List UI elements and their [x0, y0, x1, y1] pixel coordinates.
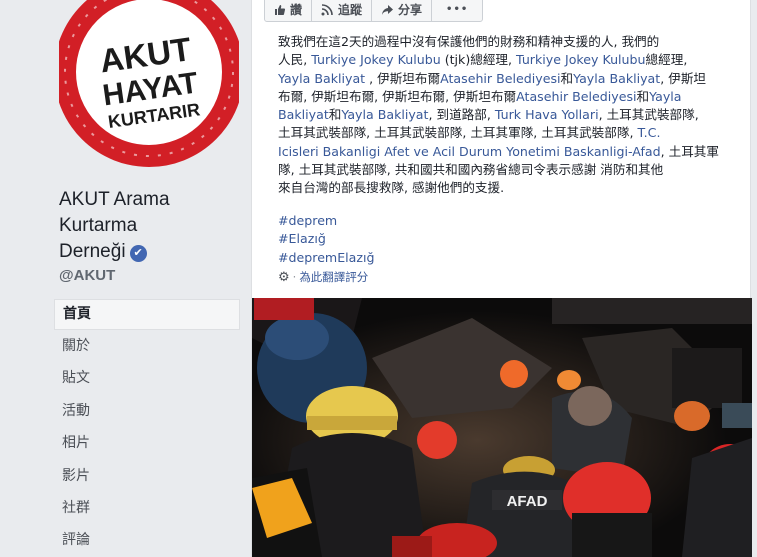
- page-name[interactable]: AKUT Arama Kurtarma Derneği ✔: [59, 187, 239, 265]
- hashtag-deprem-elazig[interactable]: #depremElazığ: [278, 249, 374, 267]
- post-line: Icisleri Bakanligi Afet ve Acil Durum Yo…: [278, 143, 719, 159]
- nav-item-videos[interactable]: 影片: [54, 460, 240, 492]
- separator-dot: ·: [292, 270, 297, 284]
- link-tjk[interactable]: Turkiye Jokey Kulubu: [311, 52, 440, 67]
- like-label: 讚: [290, 3, 303, 17]
- gear-icon: ⚙: [278, 269, 290, 285]
- hashtag-elazig[interactable]: #Elazığ: [278, 230, 374, 248]
- link-yayla[interactable]: Yayla: [649, 89, 681, 104]
- more-options-button[interactable]: •••: [431, 0, 484, 22]
- page-name-line-3: Derneği: [59, 241, 126, 262]
- post-line: Bakliyat和Yayla Bakliyat, 到道路部, Turk Hava…: [278, 107, 699, 123]
- post-line: 土耳其武裝部隊, 土耳其武裝部隊, 土耳其軍隊, 土耳其武裝部隊, T.C.: [278, 125, 661, 141]
- nav-item-events[interactable]: 活動: [54, 395, 240, 427]
- nav-item-photos[interactable]: 相片: [54, 427, 240, 459]
- rate-translation-label: 為此翻譯評分: [299, 270, 369, 284]
- link-tjk-2[interactable]: Turkiye Jokey Kulubu: [516, 52, 645, 67]
- page-name-line-2: Kurtarma: [59, 215, 138, 236]
- nav-item-posts[interactable]: 貼文: [54, 362, 240, 394]
- like-button[interactable]: 讚: [264, 0, 313, 22]
- page-handle[interactable]: @AKUT: [59, 267, 115, 284]
- post-line: 布爾, 伊斯坦布爾, 伊斯坦布爾, 伊斯坦布爾Atasehir Belediye…: [278, 88, 682, 104]
- nav-item-community[interactable]: 社群: [54, 492, 240, 524]
- verified-badge-icon: ✔: [129, 245, 147, 262]
- link-yayla-bakliyat-2[interactable]: Yayla Bakliyat: [573, 71, 660, 86]
- afad-vest-text: AFAD: [507, 493, 548, 510]
- share-arrow-icon: [382, 5, 394, 15]
- share-label: 分享: [398, 3, 423, 17]
- hashtag-list: #deprem #Elazığ #depremElazığ: [278, 212, 374, 267]
- link-bakliyat[interactable]: Bakliyat: [278, 107, 329, 122]
- page-action-bar: 讚 追蹤 分享 •••: [264, 0, 484, 22]
- follow-button[interactable]: 追蹤: [311, 0, 373, 22]
- post-body: 致我們在這2天的過程中沒有保護他們的財務和精神支援的人, 我們的 人民, Tur…: [278, 33, 743, 198]
- link-atasehir-2[interactable]: Atasehir Belediyesi: [516, 89, 636, 104]
- rss-icon: [321, 4, 333, 16]
- post-photo[interactable]: AFAD: [252, 298, 752, 557]
- post-line: 人民, Turkiye Jokey Kulubu (tjk)總經理, Turki…: [278, 52, 688, 68]
- share-button[interactable]: 分享: [371, 0, 433, 22]
- thumbs-up-icon: [275, 5, 286, 16]
- link-yayla-bakliyat[interactable]: Yayla Bakliyat: [278, 71, 365, 86]
- post-line: 來自台灣的部長搜救隊, 感謝他們的支援.: [278, 180, 505, 196]
- page-nav: 首頁 關於 貼文 活動 相片 影片 社群 評論: [54, 299, 240, 557]
- link-turk-hava-yollari[interactable]: Turk Hava Yollari: [495, 107, 599, 122]
- link-tc[interactable]: T.C.: [637, 125, 660, 140]
- nav-item-home[interactable]: 首頁: [54, 299, 240, 330]
- rate-translation[interactable]: ⚙ · 為此翻譯評分: [278, 269, 368, 285]
- post-line: 隊, 土耳其武裝部隊, 共和國共和國內務省總司令表示感謝 消防和其他: [278, 162, 664, 178]
- follow-label: 追蹤: [338, 3, 363, 17]
- rescue-scene-image: AFAD: [252, 298, 752, 557]
- post-line: 致我們在這2天的過程中沒有保護他們的財務和精神支援的人, 我們的: [278, 34, 660, 49]
- link-atasehir[interactable]: Atasehir Belediyesi: [440, 71, 560, 86]
- nav-item-about[interactable]: 關於: [54, 330, 240, 362]
- hashtag-deprem[interactable]: #deprem: [278, 212, 374, 230]
- link-afad[interactable]: Icisleri Bakanligi Afet ve Acil Durum Yo…: [278, 144, 661, 159]
- profile-picture[interactable]: AKUT HAYAT KURTARIR: [59, 0, 239, 175]
- nav-item-reviews[interactable]: 評論: [54, 524, 240, 556]
- post-line: Yayla Bakliyat , 伊斯坦布爾Atasehir Belediyes…: [278, 70, 707, 86]
- page-name-line-1: AKUT Arama: [59, 189, 170, 210]
- akut-logo: AKUT HAYAT KURTARIR: [59, 0, 239, 175]
- link-yayla-bakliyat-3[interactable]: Yayla Bakliyat: [341, 107, 428, 122]
- post-card: 讚 追蹤 分享 ••• 致我們在這2天的過程中沒有保護他們的財務和精神支援的人,…: [251, 0, 752, 557]
- more-dots-icon: •••: [446, 4, 469, 15]
